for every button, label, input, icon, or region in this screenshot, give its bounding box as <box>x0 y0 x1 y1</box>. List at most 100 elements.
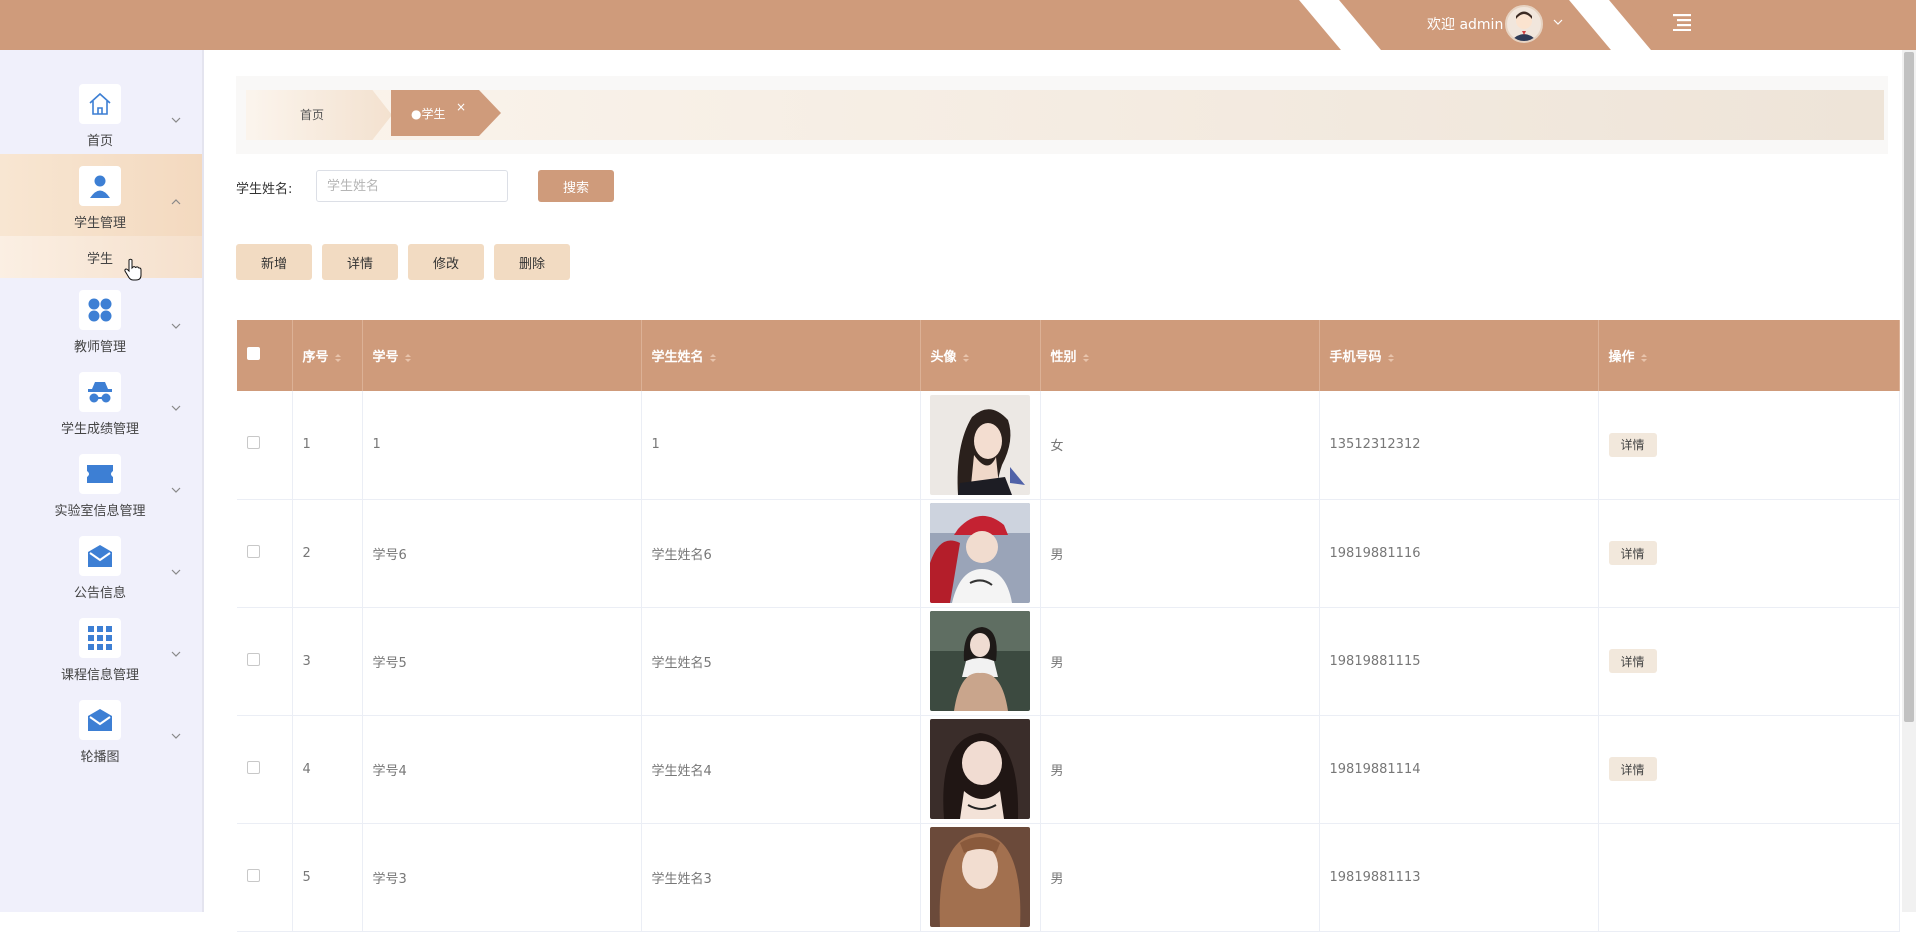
mail-icon <box>79 536 121 576</box>
column-header-index[interactable]: 序号 <box>292 320 363 391</box>
sidebar-item-teacher-management[interactable]: 教师管理 <box>0 278 202 360</box>
cell-index: 5 <box>292 823 363 932</box>
table-row[interactable]: 5 学号3 学生姓名3 男 19819881113 <box>237 823 1900 932</box>
breadcrumb-home[interactable]: 首页 <box>252 90 392 140</box>
sidebar-item-label: 学生管理 <box>73 216 126 231</box>
user-icon <box>79 166 121 206</box>
tab-student[interactable]: ●学生 × <box>391 90 501 136</box>
cell-student-name: 学生姓名5 <box>641 607 921 716</box>
column-header-actions[interactable]: 操作 <box>1598 320 1900 391</box>
row-checkbox[interactable] <box>247 868 260 882</box>
cell-gender: 男 <box>1040 607 1320 716</box>
student-photo[interactable] <box>929 611 1030 711</box>
sidebar-item-lab-management[interactable]: 实验室信息管理 <box>0 442 202 524</box>
close-icon[interactable]: × <box>456 100 466 114</box>
menu-toggle-icon[interactable] <box>1671 13 1693 31</box>
sort-icon[interactable] <box>404 353 411 363</box>
sidebar-subitem-student[interactable]: 学生 <box>0 236 202 278</box>
chevron-down-icon <box>171 569 181 575</box>
sidebar: 首页 学生管理 学生 教师管理 学生成绩管理 实验室信息管理 公告信息 课程信息… <box>0 50 204 912</box>
column-header-student-id[interactable]: 学号 <box>362 320 642 391</box>
sort-icon[interactable] <box>1640 353 1647 363</box>
cell-student-name: 1 <box>641 391 921 500</box>
sort-icon[interactable] <box>709 353 716 363</box>
student-photo[interactable] <box>929 719 1030 819</box>
select-all-checkbox[interactable] <box>247 347 260 360</box>
student-photo[interactable] <box>929 503 1030 603</box>
breadcrumb-home-label: 首页 <box>300 108 325 122</box>
chevron-down-icon[interactable] <box>1553 17 1563 27</box>
search-button[interactable]: 搜索 <box>538 170 614 202</box>
row-checkbox[interactable] <box>247 544 260 558</box>
row-detail-button[interactable]: 详情 <box>1608 757 1657 781</box>
cell-student-name: 学生姓名3 <box>641 823 921 932</box>
cell-actions: 详情 <box>1598 607 1900 716</box>
cell-avatar <box>920 607 1041 716</box>
sidebar-item-carousel[interactable]: 轮播图 <box>0 688 202 770</box>
tab-label: ●学生 <box>411 107 446 121</box>
cell-phone: 19819881114 <box>1319 715 1599 824</box>
search-label: 学生姓名: <box>236 182 293 197</box>
cell-student-id: 学号3 <box>362 823 642 932</box>
cell-avatar <box>920 499 1041 608</box>
delete-button[interactable]: 删除 <box>494 244 570 280</box>
row-checkbox[interactable] <box>247 760 260 774</box>
cell-actions: 详情 <box>1598 391 1900 500</box>
sort-icon[interactable] <box>334 353 341 363</box>
table-row[interactable]: 2 学号6 学生姓名6 男 19819881116 详情 <box>237 499 1900 608</box>
row-checkbox-cell <box>237 715 293 824</box>
sort-icon[interactable] <box>1082 353 1089 363</box>
cell-phone: 19819881113 <box>1319 823 1599 932</box>
student-photo[interactable] <box>929 394 1030 495</box>
row-detail-button[interactable]: 详情 <box>1608 649 1657 673</box>
column-header-gender[interactable]: 性别 <box>1040 320 1320 391</box>
sidebar-item-course-management[interactable]: 课程信息管理 <box>0 606 202 688</box>
column-header-phone[interactable]: 手机号码 <box>1319 320 1599 391</box>
ticket-icon <box>79 454 121 494</box>
grid-dots-icon <box>79 290 121 330</box>
cell-gender: 男 <box>1040 499 1320 608</box>
detail-button[interactable]: 详情 <box>322 244 398 280</box>
chevron-down-icon <box>171 487 181 493</box>
chevron-down-icon <box>171 117 181 123</box>
hand-cursor-icon <box>124 258 142 281</box>
row-detail-button[interactable]: 详情 <box>1608 432 1657 457</box>
sidebar-subitem-label: 学生 <box>86 252 113 267</box>
table-row[interactable]: 4 学号4 学生姓名4 男 19819881114 详情 <box>237 715 1900 824</box>
row-checkbox[interactable] <box>247 652 260 666</box>
table-row[interactable]: 3 学号5 学生姓名5 男 19819881115 详情 <box>237 607 1900 716</box>
sidebar-item-announcements[interactable]: 公告信息 <box>0 524 202 606</box>
chevron-down-icon <box>171 733 181 739</box>
row-checkbox[interactable] <box>247 436 260 450</box>
column-header-student-name[interactable]: 学生姓名 <box>641 320 921 391</box>
spy-icon <box>79 372 121 412</box>
page-scrollbar-thumb[interactable] <box>1904 52 1914 722</box>
student-name-search-input[interactable] <box>316 170 508 202</box>
welcome-text: 欢迎 admin <box>1427 17 1504 33</box>
sidebar-item-label: 教师管理 <box>73 340 126 355</box>
column-header-avatar[interactable]: 头像 <box>920 320 1041 391</box>
cell-actions: 详情 <box>1598 499 1900 608</box>
user-avatar[interactable] <box>1505 5 1543 43</box>
sidebar-item-home[interactable]: 首页 <box>0 72 202 154</box>
student-table: 序号 学号 学生姓名 头像 性别 手机号码 操作 1 1 1 女 1351231… <box>237 320 1900 932</box>
sidebar-item-label: 公告信息 <box>73 586 126 601</box>
sidebar-item-student-management[interactable]: 学生管理 <box>0 154 202 236</box>
row-checkbox-cell <box>237 499 293 608</box>
sidebar-item-score-management[interactable]: 学生成绩管理 <box>0 360 202 442</box>
row-checkbox-cell <box>237 823 293 932</box>
cell-student-name: 学生姓名4 <box>641 715 921 824</box>
edit-button[interactable]: 修改 <box>408 244 484 280</box>
sidebar-item-label: 课程信息管理 <box>60 668 139 683</box>
table-row[interactable]: 1 1 1 女 13512312312 详情 <box>237 391 1900 500</box>
sidebar-item-label: 学生成绩管理 <box>60 422 139 437</box>
student-photo[interactable] <box>929 827 1030 927</box>
sort-icon[interactable] <box>1387 353 1394 363</box>
add-button[interactable]: 新增 <box>236 244 312 280</box>
sort-icon[interactable] <box>962 353 969 363</box>
row-detail-button[interactable]: 详情 <box>1608 541 1657 565</box>
cell-index: 3 <box>292 607 363 716</box>
cell-phone: 19819881116 <box>1319 499 1599 608</box>
cell-actions <box>1598 823 1900 932</box>
chevron-down-icon <box>171 651 181 657</box>
